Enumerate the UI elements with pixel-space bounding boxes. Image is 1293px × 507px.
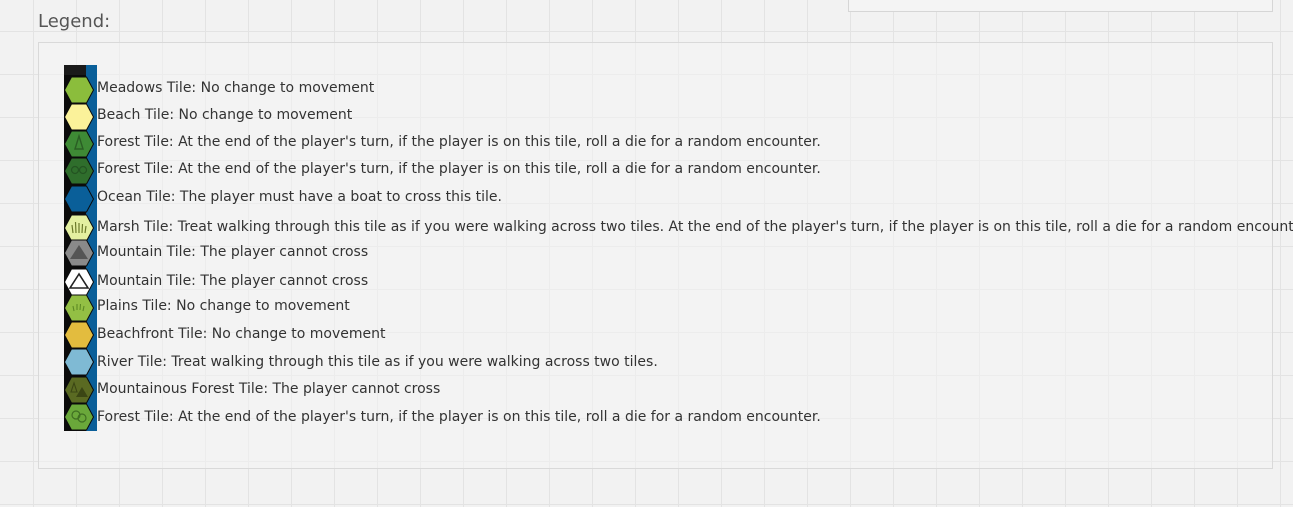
legend-label-forest-dense: Forest Tile: At the end of the player's …	[97, 161, 821, 177]
tile-icon-strip	[64, 65, 97, 431]
legend-label-ocean: Ocean Tile: The player must have a boat …	[97, 189, 502, 205]
beachfront-hex-icon	[64, 321, 94, 349]
plains-hex-icon	[64, 294, 94, 322]
forest-hex-icon	[64, 130, 94, 158]
legend-label-meadows: Meadows Tile: No change to movement	[97, 80, 375, 96]
forest-dense-hex-icon	[64, 157, 94, 185]
top-panel	[848, 0, 1273, 12]
ocean-hex-icon	[64, 185, 94, 213]
mountainous-forest-hex-icon	[64, 376, 94, 404]
legend-label-beach: Beach Tile: No change to movement	[97, 107, 353, 123]
legend-label-mountain-grey: Mountain Tile: The player cannot cross	[97, 244, 369, 260]
legend-title: Legend:	[38, 11, 111, 32]
legend-label-marsh: Marsh Tile: Treat walking through this t…	[97, 219, 1293, 235]
legend-label-mountainous-forest: Mountainous Forest Tile: The player cann…	[97, 381, 441, 397]
meadows-hex-icon	[64, 76, 94, 104]
legend-label-forest-deciduous: Forest Tile: At the end of the player's …	[97, 409, 821, 425]
legend-label-forest: Forest Tile: At the end of the player's …	[97, 134, 821, 150]
river-hex-icon	[64, 348, 94, 376]
legend-label-beachfront: Beachfront Tile: No change to movement	[97, 326, 386, 342]
mountain-grey-hex-icon	[64, 239, 94, 267]
forest-deciduous-hex-icon	[64, 403, 94, 431]
legend-label-river: River Tile: Treat walking through this t…	[97, 354, 658, 370]
beach-hex-icon	[64, 103, 94, 131]
legend-label-plains: Plains Tile: No change to movement	[97, 298, 350, 314]
legend-label-mountain-snow: Mountain Tile: The player cannot cross	[97, 273, 369, 289]
